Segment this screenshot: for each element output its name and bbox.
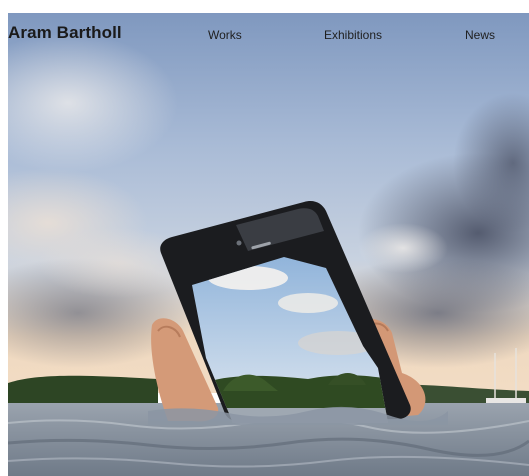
nav-link-works[interactable]: Works — [208, 28, 242, 42]
lake-phone-photo — [8, 13, 529, 476]
nav-link-exhibitions[interactable]: Exhibitions — [324, 28, 382, 42]
hero-image — [8, 13, 529, 476]
site-header: Aram Bartholl Works Exhibitions News — [0, 13, 529, 53]
site-title-link[interactable]: Aram Bartholl — [8, 23, 122, 43]
nav-link-news[interactable]: News — [465, 28, 495, 42]
